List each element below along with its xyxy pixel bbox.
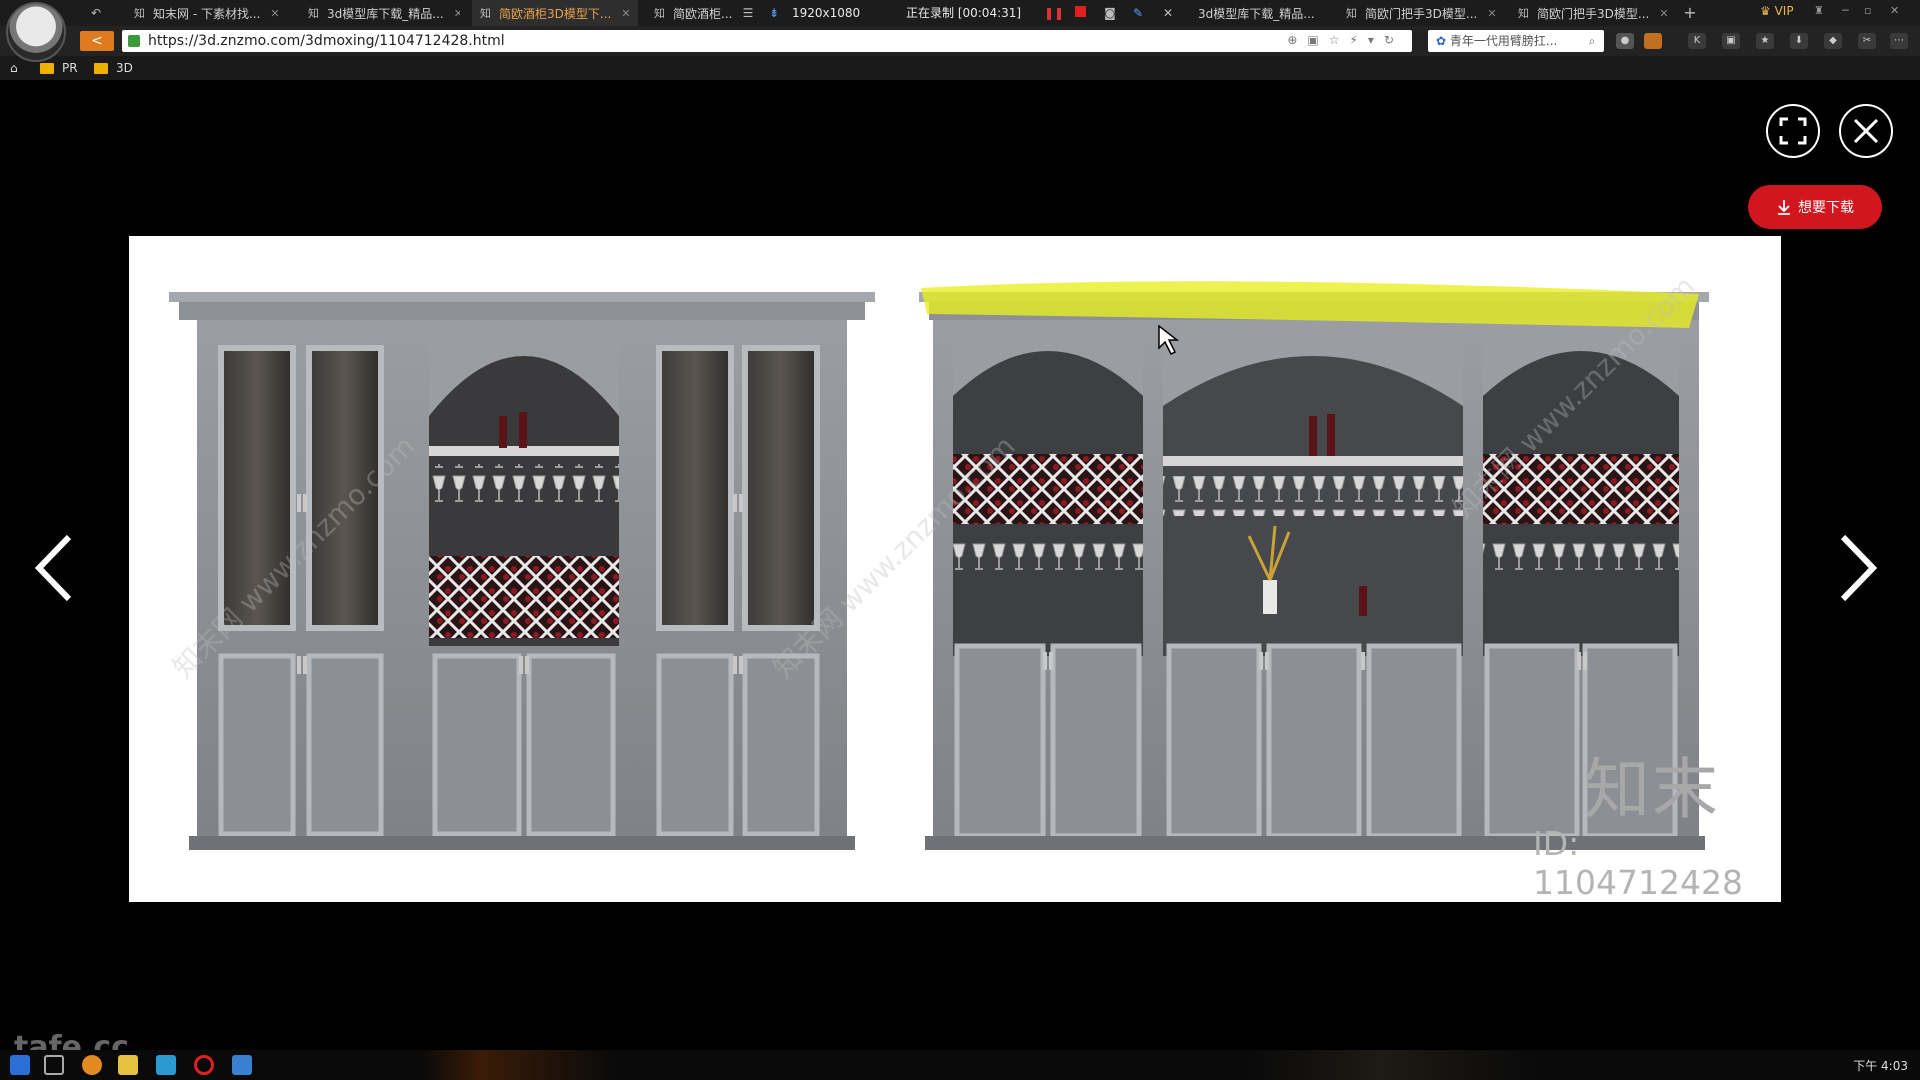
app-window-icon[interactable] — [232, 1055, 252, 1075]
bookmark-label: PR — [62, 61, 78, 75]
tab-label: 简欧门把手3D模型... — [1365, 6, 1478, 21]
app-s-icon[interactable] — [156, 1055, 176, 1075]
star-icon[interactable]: ★ — [1756, 33, 1774, 49]
prev-image-button[interactable] — [24, 523, 84, 613]
tab-2-active[interactable]: 知 简欧酒柜3D模型下... ✕ — [472, 0, 638, 26]
fullscreen-icon — [1779, 117, 1807, 145]
pen-icon[interactable]: ✎ — [1130, 5, 1146, 21]
home-icon[interactable]: ⌂ — [10, 59, 18, 77]
tab-3[interactable]: 知 简欧酒柜... — [646, 0, 746, 26]
tab-5[interactable]: 知 简欧门把手3D模型... ✕ — [1338, 0, 1498, 26]
extension-icon-1[interactable]: ● — [1616, 33, 1634, 49]
more-icon[interactable]: ⋯ — [1890, 33, 1908, 49]
windows-start-icon[interactable] — [10, 1055, 30, 1075]
new-tab-icon[interactable]: + — [1682, 5, 1698, 21]
bookmark-pr[interactable]: PR — [40, 59, 78, 77]
skin-icon[interactable]: ♜ — [1814, 0, 1824, 22]
address-bar: < https://3d.znzmo.com/3dmoxing/11047124… — [0, 26, 1920, 56]
watermark-id: ID: 1104712428 — [1533, 824, 1743, 902]
record-app-icon[interactable] — [194, 1055, 214, 1075]
close-icon — [1853, 118, 1879, 144]
tab-label: 简欧门把手3D模型... — [1537, 6, 1650, 21]
close-viewer-button[interactable] — [1839, 104, 1893, 158]
tab-4[interactable]: 3d模型库下载_精品... ✕ — [1190, 0, 1320, 26]
lock-icon[interactable]: ▣ — [1722, 33, 1740, 49]
gamepad-icon[interactable]: ◆ — [1824, 33, 1842, 49]
bookmark-label: 3D — [116, 61, 133, 75]
url-field[interactable]: https://3d.znzmo.com/3dmoxing/1104712428… — [122, 30, 1412, 52]
tab-bar: ↶ 知 知末网 - 下素材找... ✕ 知 3d模型库下载_精品... ✕ 知 … — [0, 0, 1920, 26]
vip-label: VIP — [1774, 4, 1794, 18]
url-text: https://3d.znzmo.com/3dmoxing/1104712428… — [148, 33, 505, 49]
file-explorer-icon[interactable] — [118, 1055, 138, 1075]
znzmo-icon: 知 — [654, 7, 665, 20]
pause-icon[interactable]: ❚❚ — [1044, 5, 1064, 21]
task-view-icon[interactable] — [44, 1055, 64, 1075]
tab-6[interactable]: 知 简欧门把手3D模型... ✕ — [1510, 0, 1670, 26]
pin-icon[interactable]: ⇟ — [766, 5, 782, 21]
close-tab-icon[interactable]: ✕ — [270, 7, 279, 20]
download-icon[interactable]: ⬇ — [1790, 33, 1808, 49]
search-icon[interactable]: ⌕ — [1584, 33, 1600, 49]
next-image-button[interactable] — [1828, 523, 1888, 613]
tab-1[interactable]: 知 3d模型库下载_精品... ✕ — [300, 0, 460, 26]
back-button[interactable]: < — [80, 31, 114, 51]
url-tool-icons[interactable]: ⊕▣☆⚡▾↻ — [1287, 33, 1404, 47]
search-input[interactable]: ✿ 青年一代用臂膀扛... — [1428, 30, 1604, 52]
menu-icon[interactable]: ☰ — [740, 5, 756, 21]
maximize-icon[interactable]: ▫ — [1864, 0, 1871, 22]
extension-k-icon[interactable]: K — [1688, 33, 1706, 49]
back-arrow-icon[interactable]: ↶ — [88, 5, 104, 21]
tab-label: 3d模型库下载_精品... — [1198, 6, 1315, 21]
chevron-right-icon — [1840, 534, 1878, 602]
download-icon — [1778, 200, 1790, 215]
download-label: 想要下载 — [1798, 200, 1854, 216]
extension-icon-2[interactable] — [1644, 33, 1662, 49]
download-button[interactable]: 想要下载 — [1748, 185, 1882, 229]
close-tab-icon[interactable]: ✕ — [621, 7, 630, 20]
tab-label: 3d模型库下载_精品... — [327, 6, 444, 21]
tab-label: 简欧酒柜3D模型下... — [499, 6, 612, 21]
stop-icon[interactable] — [1072, 5, 1088, 21]
fullscreen-button[interactable] — [1766, 104, 1820, 158]
close-window-icon[interactable]: ✕ — [1890, 0, 1899, 22]
tools-icon[interactable]: ✂ — [1858, 33, 1876, 49]
image-viewer-overlay: 想要下载 知末网 www.znzmo.com 知末网 www.znzmo.com… — [0, 80, 1920, 1050]
chevron-left-icon — [34, 534, 72, 602]
close-tab-icon[interactable]: ✕ — [454, 7, 460, 20]
close-tab-icon[interactable]: ✕ — [1659, 7, 1668, 20]
tab-label: 简欧酒柜... — [673, 6, 733, 21]
bookmarks-bar: ⌂ PR 3D — [0, 56, 1920, 80]
close-tab-icon[interactable]: ✕ — [1487, 7, 1496, 20]
minimize-icon[interactable]: ─ — [1842, 0, 1849, 22]
vip-badge[interactable]: ♛ VIP — [1760, 0, 1794, 22]
crown-icon: ♛ — [1760, 4, 1771, 18]
bookmark-3d[interactable]: 3D — [94, 59, 133, 77]
znzmo-icon: 知 — [1346, 7, 1357, 20]
search-engine-icon: ✿ — [1436, 34, 1447, 48]
tab-label: 知末网 - 下素材找... — [153, 6, 261, 21]
camera-icon[interactable]: ◙ — [1102, 5, 1118, 21]
taskbar-clock: 下午 4:03 — [1853, 1059, 1908, 1073]
search-text: 青年一代用臂膀扛... — [1449, 34, 1558, 48]
tab-0[interactable]: 知 知末网 - 下素材找... ✕ — [126, 0, 290, 26]
znzmo-icon: 知 — [1518, 7, 1529, 20]
folder-icon — [94, 62, 108, 74]
recording-status: 正在录制 [00:04:31] — [906, 6, 1022, 20]
recording-resolution: 1920x1080 — [792, 6, 861, 20]
browser-app-icon[interactable] — [82, 1055, 102, 1075]
znzmo-icon: 知 — [134, 7, 145, 20]
avatar[interactable] — [6, 2, 66, 62]
watermark-logo: 知末 — [1584, 751, 1720, 828]
product-image: 知末网 www.znzmo.com 知末网 www.znzmo.com 知末网 … — [129, 236, 1781, 902]
close-icon[interactable]: ✕ — [1160, 5, 1176, 21]
secure-lock-icon — [128, 35, 140, 47]
znzmo-icon: 知 — [308, 7, 319, 20]
wine-cabinet-render — [169, 281, 1709, 850]
folder-icon — [40, 62, 54, 74]
znzmo-icon: 知 — [480, 7, 491, 20]
taskbar: 下午 4:03 — [0, 1050, 1920, 1080]
